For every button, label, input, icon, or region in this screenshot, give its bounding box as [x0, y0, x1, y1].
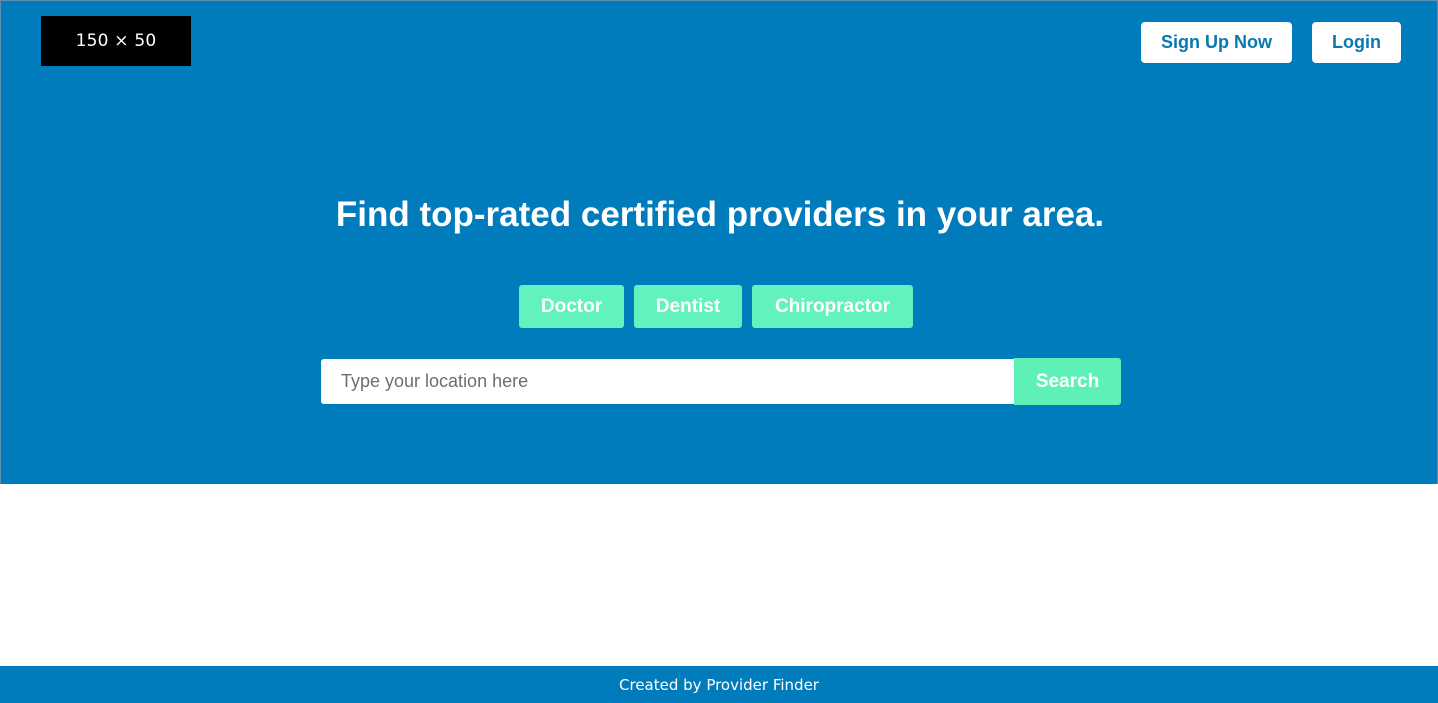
location-search-input[interactable] — [321, 359, 1015, 404]
footer: Created by Provider Finder — [0, 666, 1438, 703]
sign-up-button[interactable]: Sign Up Now — [1141, 22, 1292, 63]
hero-headline: Find top-rated certified providers in yo… — [335, 195, 1105, 234]
category-chiropractor-button[interactable]: Chiropractor — [752, 285, 913, 328]
logo-placeholder[interactable]: 150 × 50 — [41, 16, 191, 66]
search-button[interactable]: Search — [1014, 358, 1121, 405]
category-dentist-button[interactable]: Dentist — [634, 285, 742, 328]
footer-credit: Created by Provider Finder — [619, 675, 819, 694]
hero-banner: 150 × 50 Sign Up Now Login Find top-rate… — [0, 0, 1438, 484]
page: 150 × 50 Sign Up Now Login Find top-rate… — [0, 0, 1438, 703]
category-doctor-button[interactable]: Doctor — [519, 285, 624, 328]
logo-text: 150 × 50 — [75, 31, 157, 51]
login-button[interactable]: Login — [1312, 22, 1401, 63]
